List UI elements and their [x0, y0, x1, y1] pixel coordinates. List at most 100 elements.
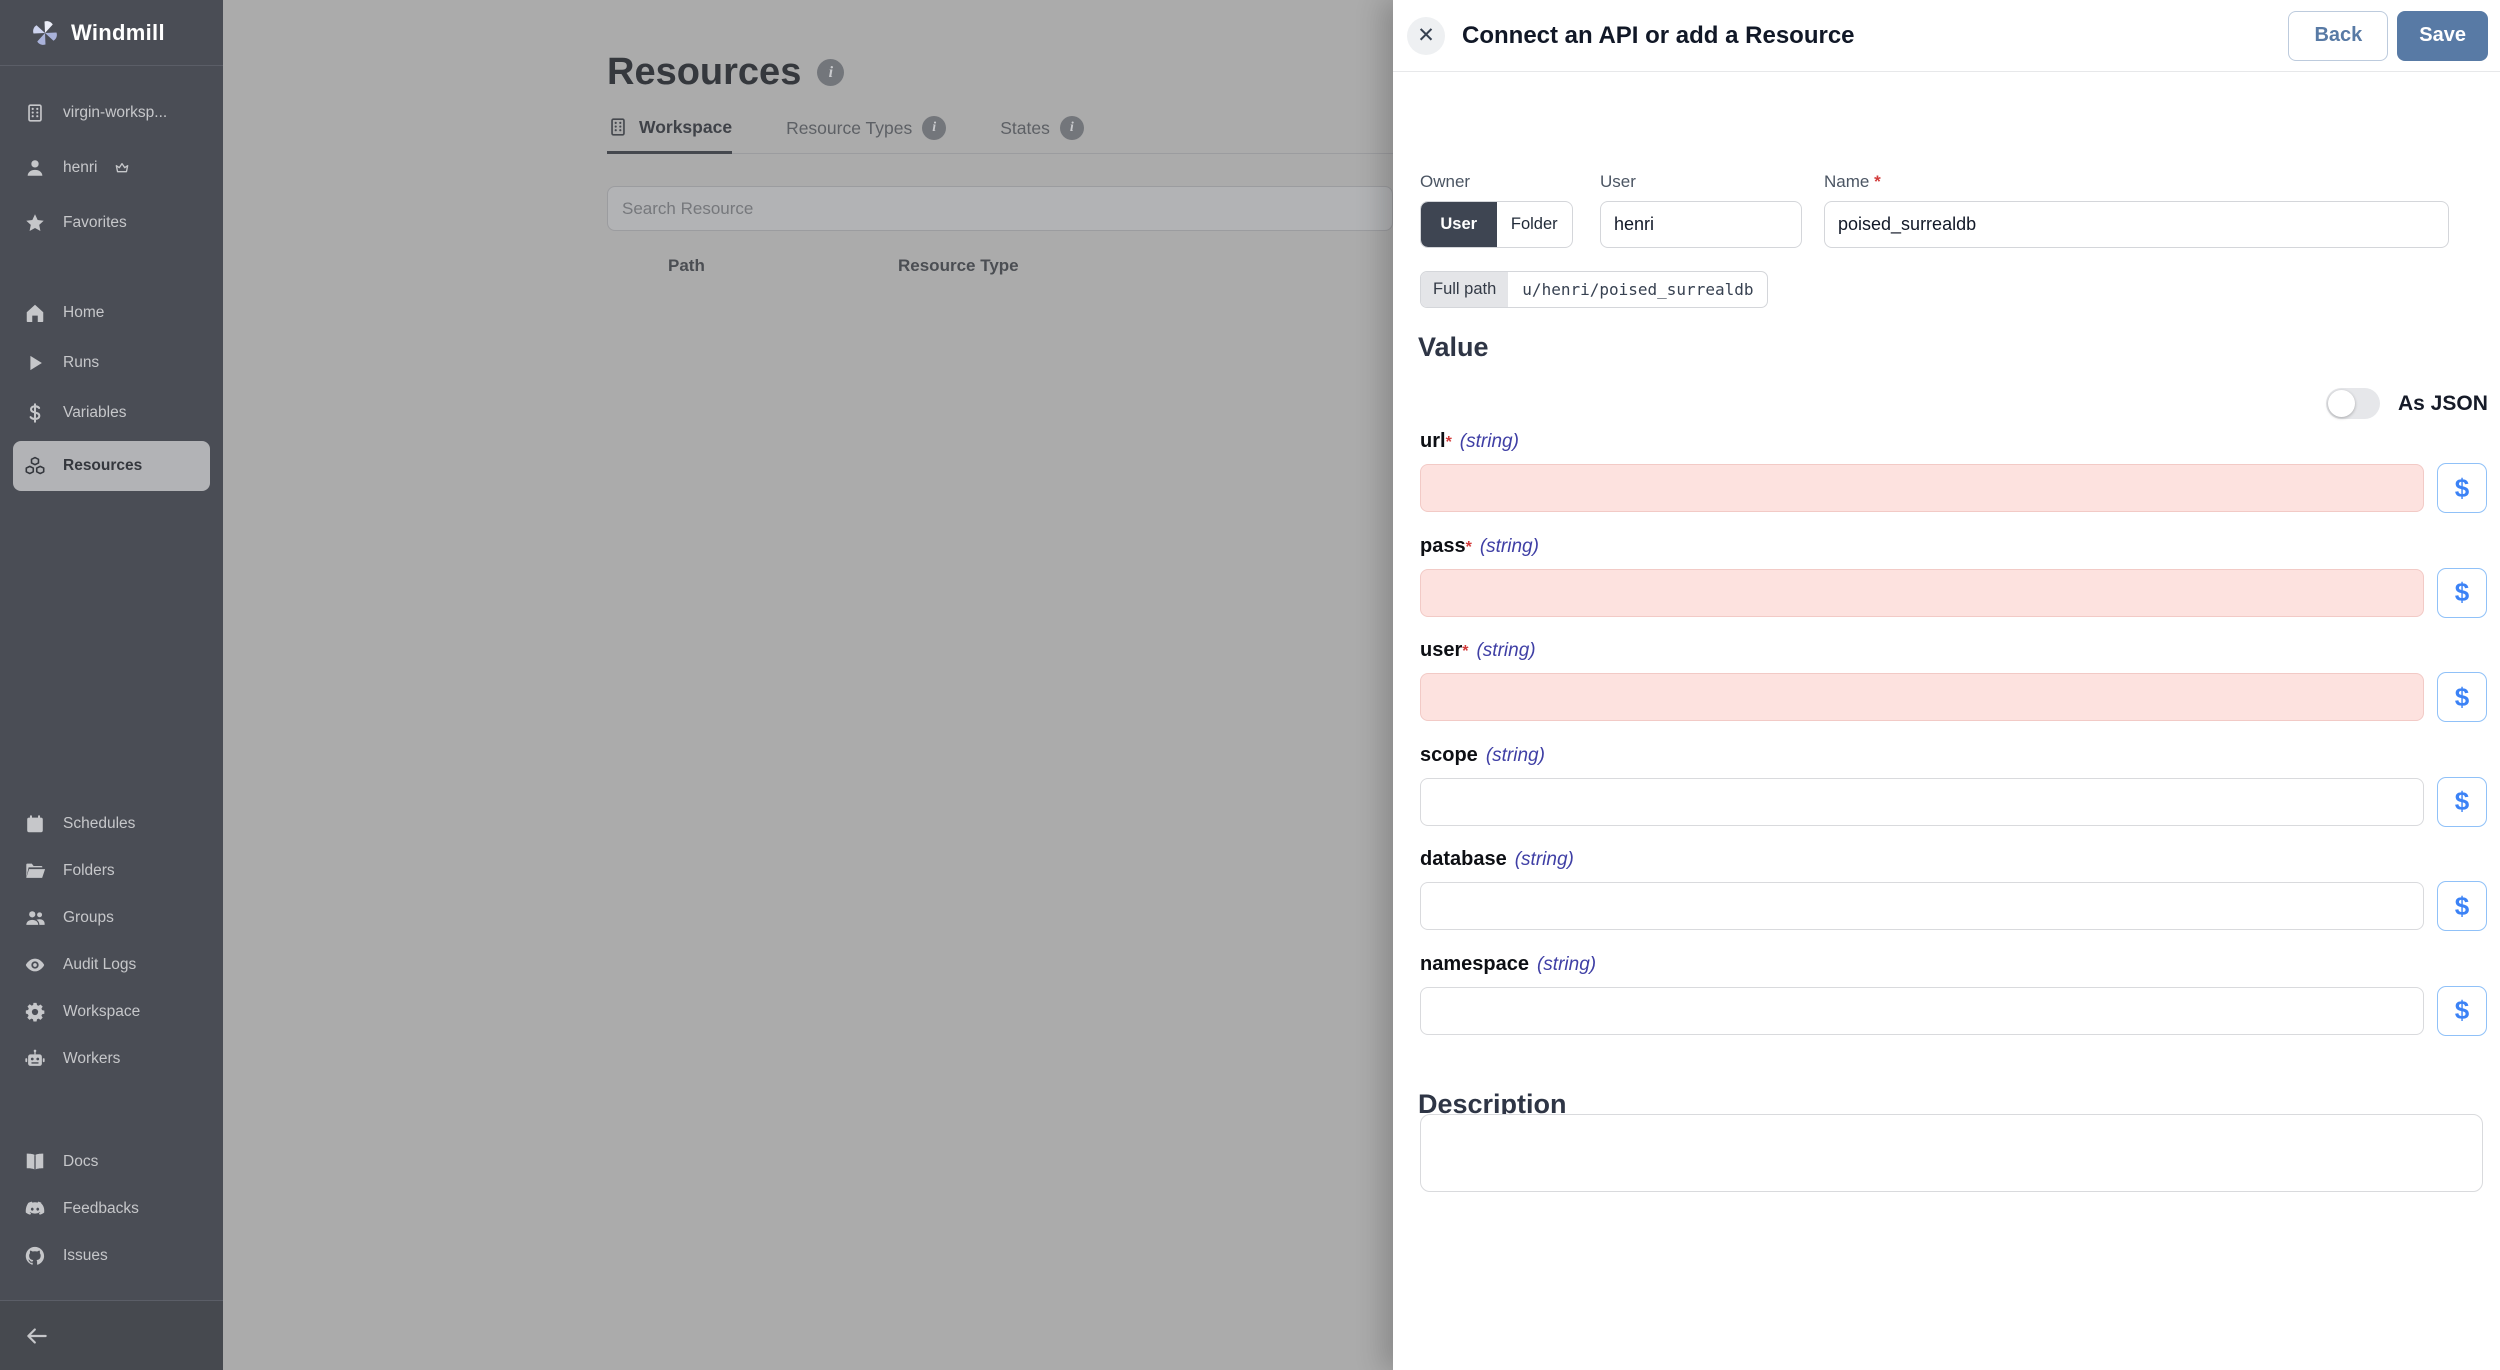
tab-workspace[interactable]: Workspace: [607, 116, 733, 154]
sidebar-item-label: Audit Logs: [63, 955, 137, 973]
full-path-value: u/henri/poised_surrealdb: [1522, 280, 1754, 299]
sidebar-item-home[interactable]: Home: [0, 288, 223, 338]
sidebar-item-schedules[interactable]: Schedules: [0, 800, 223, 847]
building-icon: [22, 100, 48, 126]
field-database: database (string) $: [1420, 848, 2487, 953]
sidebar-item-label: Docs: [63, 1152, 99, 1170]
field-url: url * (string) $: [1420, 430, 2487, 535]
user-icon: [22, 155, 48, 181]
owner-user-input[interactable]: [1600, 201, 1802, 248]
sidebar-context-group: virgin-worksp... henri Favorites: [0, 85, 223, 250]
sidebar-item-resources[interactable]: Resources: [13, 441, 210, 491]
brand-name: Windmill: [71, 19, 165, 45]
insert-variable-button[interactable]: $: [2437, 776, 2487, 827]
sidebar-item-issues[interactable]: Issues: [0, 1232, 223, 1279]
sidebar: Windmill virgin-worksp... henri Favorite…: [0, 0, 223, 1370]
info-icon[interactable]: i: [922, 116, 947, 140]
sidebar-item-label: Groups: [63, 908, 114, 926]
play-icon: [22, 350, 48, 376]
sidebar-item-audit-logs[interactable]: Audit Logs: [0, 941, 223, 988]
sidebar-item-label: henri: [63, 158, 98, 176]
sidebar-admin-group: Schedules Folders Groups Audit Logs Work…: [0, 800, 223, 1082]
sidebar-item-variables[interactable]: Variables: [0, 388, 223, 438]
back-button[interactable]: Back: [2288, 10, 2389, 61]
field-type-hint: (string): [1459, 431, 1519, 452]
info-icon[interactable]: i: [1059, 116, 1084, 140]
sidebar-item-label: Feedbacks: [63, 1199, 139, 1217]
sidebar-item-workers[interactable]: Workers: [0, 1035, 223, 1082]
gear-icon: [22, 999, 48, 1025]
as-json-toggle[interactable]: [2326, 388, 2380, 419]
sidebar-item-label: Workspace: [63, 1002, 141, 1020]
field-scope-input[interactable]: [1420, 777, 2424, 826]
resource-name-input[interactable]: [1824, 201, 2449, 248]
tab-states[interactable]: States i: [1000, 116, 1084, 153]
windmill-app: Windmill virgin-worksp... henri Favorite…: [0, 0, 2500, 1370]
as-json-label: As JSON: [2398, 391, 2488, 415]
owner-user-option[interactable]: User: [1421, 202, 1497, 247]
insert-variable-button[interactable]: $: [2437, 881, 2487, 931]
sidebar-item-label: Home: [63, 304, 105, 321]
sidebar-item-folders[interactable]: Folders: [0, 847, 223, 894]
calendar-icon: [22, 811, 48, 837]
tab-resource-types[interactable]: Resource Types i: [786, 116, 947, 153]
insert-variable-button[interactable]: $: [2437, 463, 2487, 513]
insert-variable-button[interactable]: $: [2437, 567, 2487, 618]
field-database-input[interactable]: [1420, 882, 2424, 930]
sidebar-item-virgin-worksp[interactable]: virgin-worksp...: [0, 85, 223, 140]
sidebar-item-label: Favorites: [63, 213, 127, 231]
search-resource-input[interactable]: [607, 186, 1393, 231]
description-textarea[interactable]: [1420, 1114, 2483, 1192]
sidebar-item-label: Issues: [63, 1246, 108, 1264]
sidebar-item-label: Schedules: [63, 814, 136, 832]
field-type-hint: (string): [1536, 953, 1597, 975]
building-icon: [607, 116, 629, 138]
required-asterisk: *: [1462, 643, 1469, 660]
field-pass: pass * (string) $: [1420, 535, 2487, 640]
discord-icon: [22, 1196, 48, 1222]
field-type-hint: (string): [1485, 744, 1545, 766]
robot-icon: [22, 1046, 48, 1072]
eye-icon: [22, 952, 48, 978]
sidebar-item-label: virgin-worksp...: [63, 103, 168, 121]
toggle-knob: [2328, 390, 2355, 417]
sidebar-item-runs[interactable]: Runs: [0, 338, 223, 388]
github-icon: [22, 1243, 48, 1269]
field-user-input[interactable]: [1420, 673, 2424, 721]
value-heading: Value: [1418, 332, 1489, 363]
add-resource-drawer: ✕ Connect an API or add a Resource Back …: [1393, 0, 2500, 1370]
field-pass-input[interactable]: [1420, 568, 2424, 617]
windmill-logo[interactable]: Windmill: [0, 0, 223, 66]
name-label: Name *: [1824, 172, 1881, 191]
table-header: Path Resource Type: [668, 256, 1019, 276]
collapse-sidebar-icon[interactable]: [24, 1323, 50, 1349]
close-icon[interactable]: ✕: [1407, 16, 1445, 55]
sidebar-item-groups[interactable]: Groups: [0, 894, 223, 941]
resource-fields: url * (string) $ pass * (string) $ user …: [1420, 430, 2487, 1057]
owner-label: Owner: [1420, 172, 1471, 191]
field-type-hint: (string): [1479, 535, 1539, 557]
info-icon[interactable]: i: [817, 59, 845, 87]
sidebar-item-workspace[interactable]: Workspace: [0, 988, 223, 1035]
sidebar-item-favorites[interactable]: Favorites: [0, 195, 223, 250]
sidebar-item-docs[interactable]: Docs: [0, 1138, 223, 1185]
save-button[interactable]: Save: [2397, 10, 2488, 61]
required-asterisk: *: [1465, 538, 1472, 556]
sidebar-item-henri[interactable]: henri: [0, 140, 223, 195]
field-namespace-input[interactable]: [1420, 986, 2424, 1035]
field-scope: scope (string) $: [1420, 744, 2487, 849]
insert-variable-button[interactable]: $: [2437, 985, 2487, 1036]
field-type-hint: (string): [1476, 640, 1536, 661]
owner-folder-option[interactable]: Folder: [1497, 202, 1573, 247]
dollar-icon: [22, 400, 48, 426]
required-asterisk: *: [1874, 172, 1881, 191]
field-url-input[interactable]: [1420, 464, 2424, 512]
required-asterisk: *: [1445, 434, 1452, 451]
sidebar-item-feedbacks[interactable]: Feedbacks: [0, 1185, 223, 1232]
page-title: Resources: [607, 51, 802, 94]
sidebar-nav-group: Home Runs Variables Resources: [0, 288, 223, 494]
insert-variable-button[interactable]: $: [2437, 672, 2487, 722]
drawer-header: ✕ Connect an API or add a Resource Back …: [1393, 0, 2500, 72]
user-label: User: [1600, 172, 1636, 191]
field-namespace: namespace (string) $: [1420, 953, 2487, 1058]
